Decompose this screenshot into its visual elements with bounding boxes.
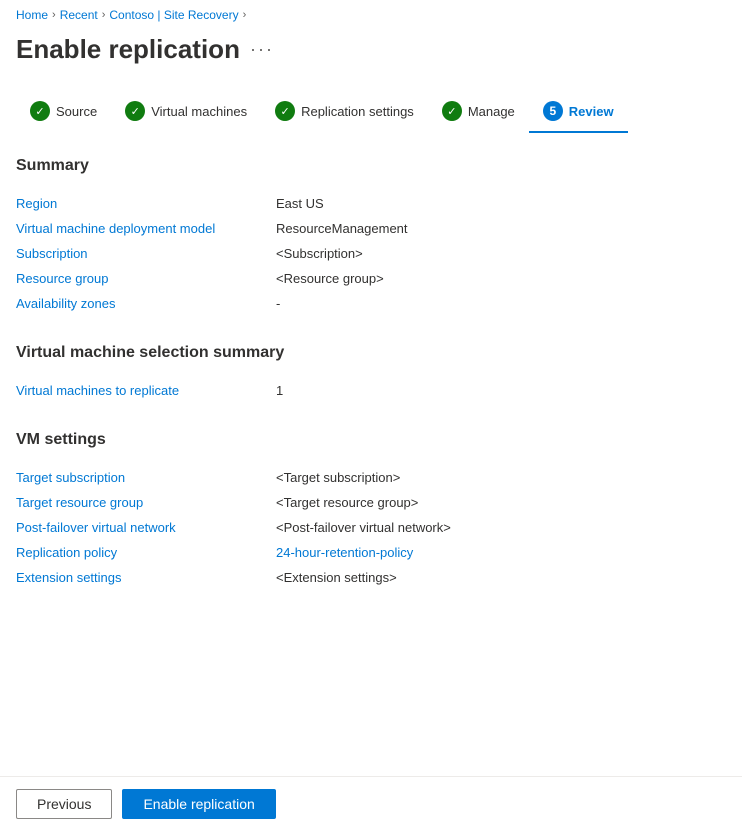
summary-resource-group-label: Resource group (16, 266, 276, 291)
summary-resource-group-value: <Resource group> (276, 266, 726, 291)
replication-policy-value: 24-hour-retention-policy (276, 540, 726, 565)
summary-table: Region East US Virtual machine deploymen… (16, 191, 726, 316)
summary-region-label: Region (16, 191, 276, 216)
summary-subscription-label: Subscription (16, 241, 276, 266)
wizard-steps: ✓ Source ✓ Virtual machines ✓ Replicatio… (0, 81, 742, 133)
previous-button[interactable]: Previous (16, 789, 112, 819)
step-review[interactable]: 5 Review (529, 93, 628, 133)
table-row: Availability zones - (16, 291, 726, 316)
post-failover-network-value: <Post-failover virtual network> (276, 515, 726, 540)
step-replication-settings[interactable]: ✓ Replication settings (261, 93, 428, 133)
vm-settings-table: Target subscription <Target subscription… (16, 465, 726, 590)
summary-deployment-model-label: Virtual machine deployment model (16, 216, 276, 241)
step-vm-check-icon: ✓ (125, 101, 145, 121)
vm-selection-table: Virtual machines to replicate 1 (16, 378, 726, 403)
post-failover-network-label: Post-failover virtual network (16, 515, 276, 540)
summary-availability-zones-label: Availability zones (16, 291, 276, 316)
vm-replicate-label: Virtual machines to replicate (16, 378, 276, 403)
step-review-num: 5 (543, 101, 563, 121)
vm-settings-title: VM settings (16, 431, 726, 449)
breadcrumb-home[interactable]: Home (16, 8, 48, 22)
table-row: Target resource group <Target resource g… (16, 490, 726, 515)
target-subscription-value: <Target subscription> (276, 465, 726, 490)
target-subscription-label: Target subscription (16, 465, 276, 490)
vm-selection-title: Virtual machine selection summary (16, 344, 726, 362)
breadcrumb-sep-2: › (102, 9, 106, 21)
replication-policy-link[interactable]: 24-hour-retention-policy (276, 545, 413, 560)
summary-title: Summary (16, 157, 726, 175)
extension-settings-label: Extension settings (16, 565, 276, 590)
summary-subscription-value: <Subscription> (276, 241, 726, 266)
table-row: Region East US (16, 191, 726, 216)
step-replication-check-icon: ✓ (275, 101, 295, 121)
target-resource-group-label: Target resource group (16, 490, 276, 515)
table-row: Virtual machines to replicate 1 (16, 378, 726, 403)
summary-region-value: East US (276, 191, 726, 216)
step-review-label: Review (569, 104, 614, 119)
page-title-row: Enable replication ··· (0, 30, 742, 81)
replication-policy-label: Replication policy (16, 540, 276, 565)
table-row: Subscription <Subscription> (16, 241, 726, 266)
page-title: Enable replication (16, 34, 240, 65)
main-content: Summary Region East US Virtual machine d… (0, 133, 742, 634)
vm-replicate-value: 1 (276, 378, 726, 403)
table-row: Replication policy 24-hour-retention-pol… (16, 540, 726, 565)
summary-availability-zones-value: - (276, 291, 726, 316)
breadcrumb-recent[interactable]: Recent (60, 8, 98, 22)
target-resource-group-value: <Target resource group> (276, 490, 726, 515)
step-virtual-machines[interactable]: ✓ Virtual machines (111, 93, 261, 133)
step-manage-label: Manage (468, 104, 515, 119)
enable-replication-button[interactable]: Enable replication (122, 789, 275, 819)
summary-deployment-model-value: ResourceManagement (276, 216, 726, 241)
breadcrumb-sep-3: › (243, 9, 247, 21)
table-row: Post-failover virtual network <Post-fail… (16, 515, 726, 540)
table-row: Target subscription <Target subscription… (16, 465, 726, 490)
breadcrumb-contoso-site-recovery[interactable]: Contoso | Site Recovery (109, 8, 238, 22)
step-source-check-icon: ✓ (30, 101, 50, 121)
step-manage-check-icon: ✓ (442, 101, 462, 121)
step-replication-label: Replication settings (301, 104, 414, 119)
table-row: Virtual machine deployment model Resourc… (16, 216, 726, 241)
step-manage[interactable]: ✓ Manage (428, 93, 529, 133)
breadcrumb: Home › Recent › Contoso | Site Recovery … (0, 0, 742, 30)
table-row: Resource group <Resource group> (16, 266, 726, 291)
footer: Previous Enable replication (0, 776, 742, 831)
extension-settings-value: <Extension settings> (276, 565, 726, 590)
step-vm-label: Virtual machines (151, 104, 247, 119)
more-options-icon[interactable]: ··· (250, 39, 274, 60)
step-source[interactable]: ✓ Source (16, 93, 111, 133)
breadcrumb-sep-1: › (52, 9, 56, 21)
table-row: Extension settings <Extension settings> (16, 565, 726, 590)
step-source-label: Source (56, 104, 97, 119)
